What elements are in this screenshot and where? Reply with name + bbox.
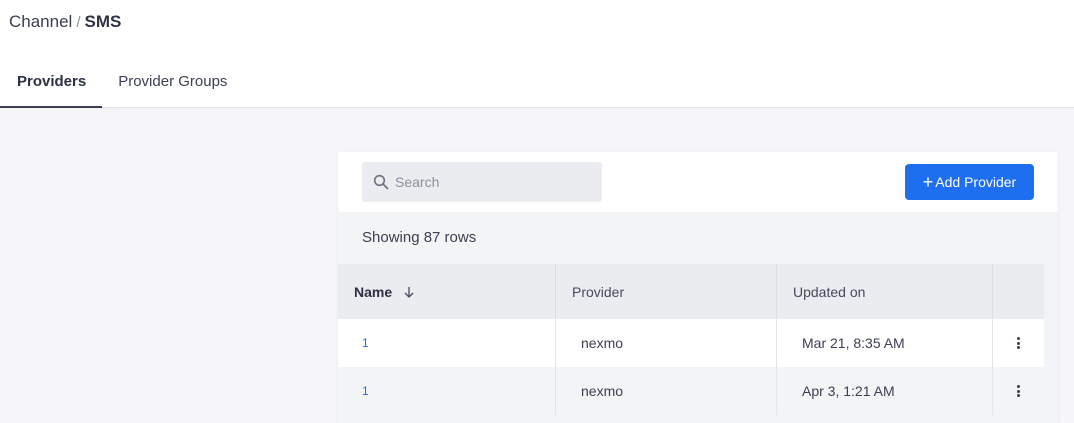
row-name-link[interactable]: 1 [338, 319, 556, 367]
column-header-name-label: Name [354, 283, 393, 300]
row-actions [993, 319, 1044, 367]
column-header-updated-on[interactable]: Updated on [777, 264, 993, 319]
row-provider: nexmo [556, 319, 777, 367]
row-updated-on: Apr 3, 1:21 AM [777, 367, 993, 415]
column-header-name[interactable]: Name [338, 264, 556, 319]
breadcrumb-parent[interactable]: Channel [9, 12, 72, 31]
row-name-link[interactable]: 1 [338, 367, 556, 415]
sort-descending-icon[interactable] [402, 285, 416, 299]
search-box[interactable] [362, 162, 602, 202]
search-icon [373, 174, 389, 190]
plus-icon: + [922, 172, 934, 192]
tab-bar: Providers Provider Groups [0, 62, 243, 108]
tab-provider-groups[interactable]: Provider Groups [102, 62, 243, 108]
column-header-provider[interactable]: Provider [556, 264, 777, 319]
add-provider-button[interactable]: + Add Provider [905, 164, 1034, 200]
table-row[interactable]: 1 nexmo Apr 3, 1:21 AM [338, 367, 1044, 415]
row-provider: nexmo [556, 367, 777, 415]
add-provider-label: Add Provider [935, 174, 1017, 190]
tab-providers[interactable]: Providers [0, 62, 103, 108]
breadcrumb: Channel / SMS [9, 12, 121, 32]
column-header-actions [993, 264, 1044, 319]
top-bar: Channel / SMS Providers Provider Groups [0, 0, 1074, 108]
providers-table: Name Provider Updated on 1 nexmo Mar 21,… [338, 264, 1044, 415]
row-count-text: Showing 87 rows [362, 229, 477, 246]
row-actions [993, 367, 1044, 415]
breadcrumb-current: SMS [84, 12, 122, 31]
search-input[interactable] [395, 174, 595, 190]
card-header: + Add Provider [338, 152, 1058, 212]
table-row[interactable]: 1 nexmo Mar 21, 8:35 AM [338, 319, 1044, 367]
providers-card: + Add Provider Showing 87 rows Name Prov… [338, 152, 1058, 423]
row-updated-on: Mar 21, 8:35 AM [777, 319, 993, 367]
more-options-icon[interactable] [1017, 384, 1021, 398]
more-options-icon[interactable] [1017, 336, 1021, 350]
breadcrumb-separator: / [76, 14, 81, 31]
table-header: Name Provider Updated on [338, 264, 1044, 319]
